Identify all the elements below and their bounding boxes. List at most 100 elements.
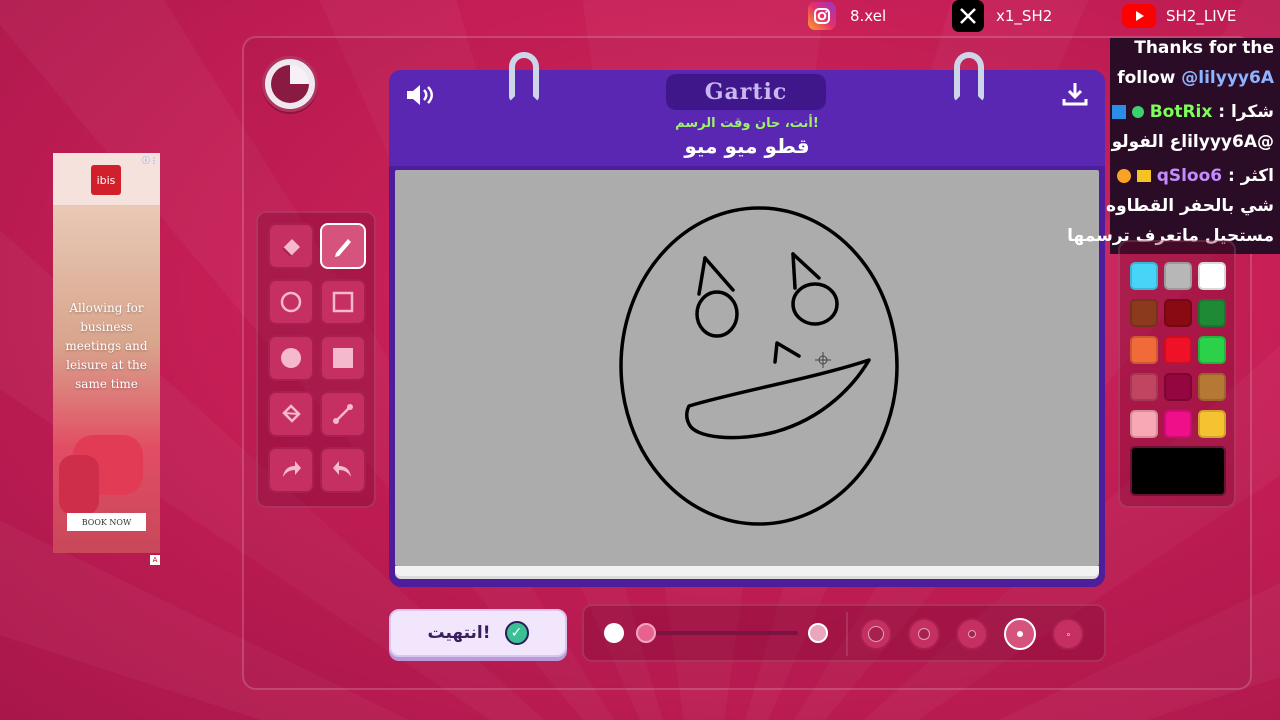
chat-thanks-line2: follow @lilyyy6A [1117, 68, 1274, 88]
chat-botrix-prefix: شكرا : [1218, 102, 1274, 122]
fill-bucket-icon [282, 404, 301, 423]
pencil-tool[interactable] [320, 223, 366, 269]
drawing-strokes [619, 206, 899, 526]
divider [846, 612, 848, 656]
redo-icon [333, 461, 351, 477]
chat-thanks-text: follow [1117, 68, 1176, 88]
ad-info-icon[interactable]: ⓘ⋮ [142, 155, 158, 166]
paper-edge [395, 566, 1099, 576]
swatch-color[interactable] [1198, 373, 1226, 401]
done-button[interactable]: انتهيت! ✓ [389, 609, 567, 657]
board-header: Gartic أنت، حان وقت الرسم! قطو ميو ميو [389, 70, 1105, 166]
redo-tool[interactable] [320, 447, 366, 493]
chat-qsloo-user: qSloo6 [1156, 166, 1223, 186]
opacity-slider[interactable] [646, 631, 798, 635]
swatch-color[interactable] [1130, 262, 1158, 290]
chat-qsloo-prefix: اكثر : [1228, 166, 1274, 186]
x-label: x1_SH2 [996, 7, 1053, 25]
swatch-color[interactable] [1164, 373, 1192, 401]
pencil-icon [335, 239, 351, 257]
square-outline-tool[interactable] [320, 279, 366, 325]
chat-line-5: شي بالحفر القطاوه [1106, 196, 1274, 216]
check-icon: ✓ [504, 621, 529, 645]
eraser-icon [282, 239, 300, 257]
drawing-canvas[interactable] [395, 170, 1099, 566]
gartic-logo: Gartic [666, 74, 826, 110]
square-fill-icon [333, 348, 353, 368]
brush-size-xs[interactable] [1052, 618, 1084, 650]
tools-panel [256, 211, 376, 508]
chat-botrix-user: BotRix [1149, 102, 1213, 122]
word-to-draw: قطو ميو ميو [684, 134, 810, 158]
opacity-max-icon [808, 623, 828, 643]
square-fill-tool[interactable] [320, 335, 366, 381]
swatch-color[interactable] [1130, 336, 1158, 364]
bot-badge-icon [1111, 105, 1126, 119]
swatch-color[interactable] [1130, 299, 1158, 327]
fill-bucket-tool[interactable] [268, 391, 314, 437]
draw-prompt: أنت، حان وقت الرسم! [675, 116, 819, 131]
stream-chat: Thanks for the follow @lilyyy6A شكرا : B… [1067, 38, 1280, 254]
swatch-color[interactable] [1164, 336, 1192, 364]
opacity-min-icon [604, 623, 624, 643]
ad-text: Allowing for business meetings and leisu… [65, 301, 148, 391]
brush-size-l[interactable] [908, 618, 940, 650]
speaker-icon [407, 85, 433, 105]
circle-fill-icon [281, 348, 301, 368]
swatch-color[interactable] [1198, 336, 1226, 364]
swatch-color[interactable] [1130, 410, 1158, 438]
line-icon [333, 404, 353, 424]
brush-size-m[interactable] [956, 618, 988, 650]
circle-outline-tool[interactable] [268, 279, 314, 325]
timer-progress [271, 65, 309, 103]
swatch-color[interactable] [1164, 410, 1192, 438]
brush-controls [582, 604, 1106, 662]
square-outline-icon [332, 291, 354, 313]
binder-ring-right [954, 52, 984, 102]
color-palette [1118, 240, 1236, 508]
cursor-crosshair [815, 352, 831, 368]
swatch-color[interactable] [1198, 299, 1226, 327]
youtube-icon [1122, 4, 1156, 28]
adchoices-icon[interactable]: A [150, 555, 160, 565]
brush-size-xl[interactable] [860, 618, 892, 650]
undo-icon [283, 461, 301, 477]
chat-line-3: @lilyyy6Aع الفولو [1111, 132, 1274, 152]
download-button[interactable] [1059, 78, 1091, 110]
sub-badge-icon [1116, 169, 1131, 183]
x-handle: x1_SH2 [952, 0, 1052, 32]
chat-thanks-user: @lilyyy6A [1181, 68, 1274, 88]
crown-icon [1136, 170, 1151, 182]
done-label: انتهيت! [427, 623, 491, 643]
drawing-board: Gartic أنت، حان وقت الرسم! قطو ميو ميو [389, 52, 1105, 587]
circle-outline-icon [280, 291, 302, 313]
binder-ring-left [509, 52, 539, 102]
opacity-slider-handle[interactable] [636, 623, 656, 643]
instagram-label: 8.xel [850, 7, 887, 25]
current-color[interactable] [1130, 446, 1226, 496]
youtube-label: SH2_LIVE [1166, 7, 1237, 25]
verified-icon [1131, 106, 1144, 118]
advertisement[interactable]: ibis ⓘ⋮ Allowing for business meetings a… [53, 153, 160, 553]
youtube-handle: SH2_LIVE [1122, 4, 1236, 28]
instagram-icon [808, 2, 836, 30]
instagram-handle: 8.xel [808, 2, 886, 30]
ibis-logo: ibis [91, 165, 121, 195]
chat-thanks-line1: Thanks for the [1134, 38, 1274, 58]
swatch-color[interactable] [1164, 262, 1192, 290]
sound-button[interactable] [403, 80, 437, 110]
swatch-color[interactable] [1130, 373, 1158, 401]
circle-fill-tool[interactable] [268, 335, 314, 381]
download-icon [1062, 83, 1088, 106]
book-now-button[interactable]: BOOK NOW [67, 513, 146, 531]
brush-size-s[interactable] [1004, 618, 1036, 650]
swatch-color[interactable] [1164, 299, 1192, 327]
x-icon [952, 0, 984, 32]
undo-tool[interactable] [268, 447, 314, 493]
line-tool[interactable] [320, 391, 366, 437]
chat-line-qsloo: اكثر : qSloo6 [1116, 166, 1274, 186]
round-timer [262, 56, 318, 112]
swatch-color[interactable] [1198, 262, 1226, 290]
swatch-color[interactable] [1198, 410, 1226, 438]
eraser-tool[interactable] [268, 223, 314, 269]
